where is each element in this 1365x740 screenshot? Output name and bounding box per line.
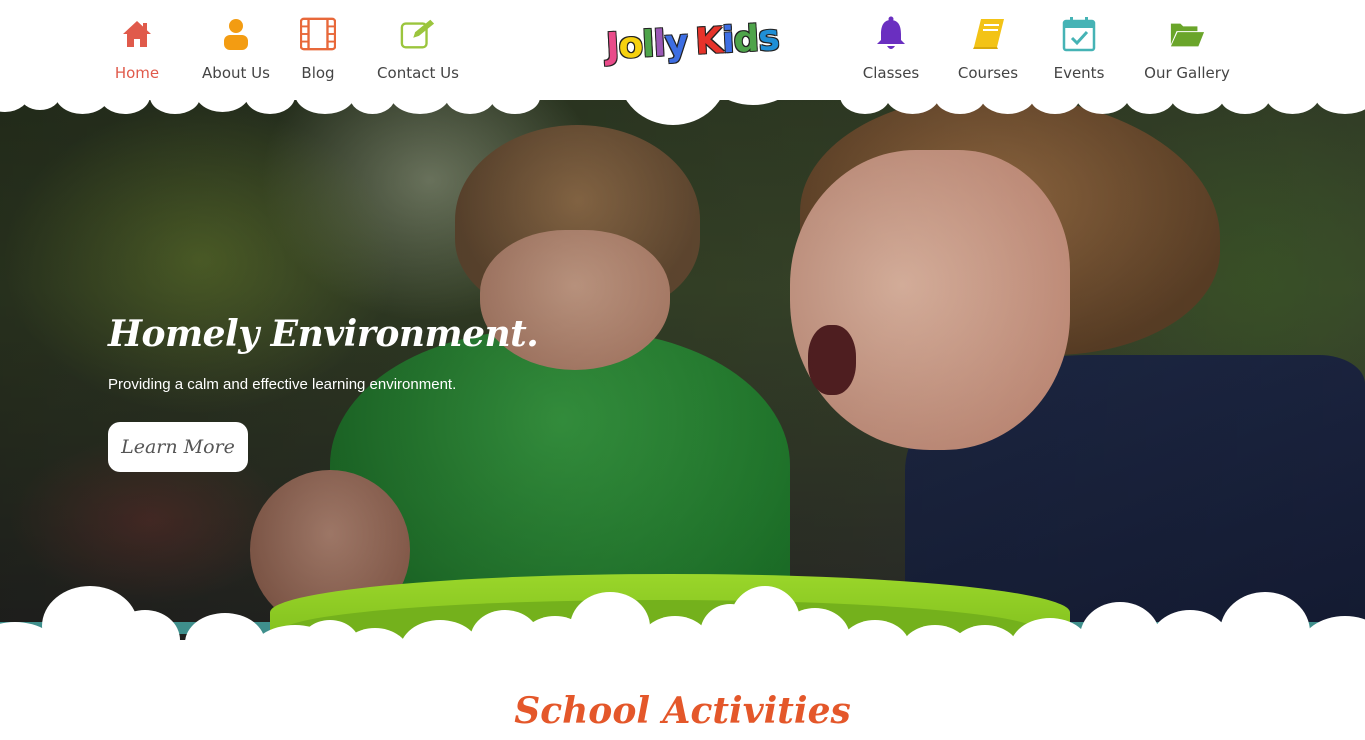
nav-label: Events [1054,64,1105,82]
nav-label: Classes [863,64,920,82]
nav-label: Home [115,64,159,82]
logo-letter: y [664,22,689,64]
hero-subtitle: Providing a calm and effective learning … [108,376,456,393]
learn-more-button[interactable]: Learn More [108,422,248,472]
bell-icon [873,14,909,54]
main-nav-left: Home About Us Blog Contact Us [108,14,456,82]
logo-letter: d [732,19,759,61]
nav-contact-us[interactable]: Contact Us [380,14,456,82]
nav-label: Courses [958,64,1018,82]
nav-events[interactable]: Events [1049,14,1109,82]
film-icon [300,14,336,54]
nav-classes[interactable]: Classes [855,14,927,82]
logo-letter: s [757,18,780,60]
book-icon [970,14,1006,54]
logo-letter: o [617,25,643,67]
nav-our-gallery[interactable]: Our Gallery [1139,14,1235,82]
nav-label: Blog [301,64,334,82]
edit-icon [400,14,436,54]
nav-about-us[interactable]: About Us [204,14,268,82]
hero-title: Homely Environment. [108,313,538,355]
main-nav-right: Classes Courses Events Our Gallery [855,14,1235,82]
nav-label: Contact Us [377,64,459,82]
nav-label: About Us [202,64,270,82]
nav-blog[interactable]: Blog [298,14,338,82]
section-title: School Activities [0,690,1365,732]
home-icon [119,14,155,54]
logo-letter: K [694,20,723,62]
calendar-icon [1061,14,1097,54]
nav-home[interactable]: Home [108,14,166,82]
nav-courses[interactable]: Courses [953,14,1023,82]
user-icon [218,14,254,54]
nav-label: Our Gallery [1144,64,1230,82]
folder-open-icon [1169,14,1205,54]
